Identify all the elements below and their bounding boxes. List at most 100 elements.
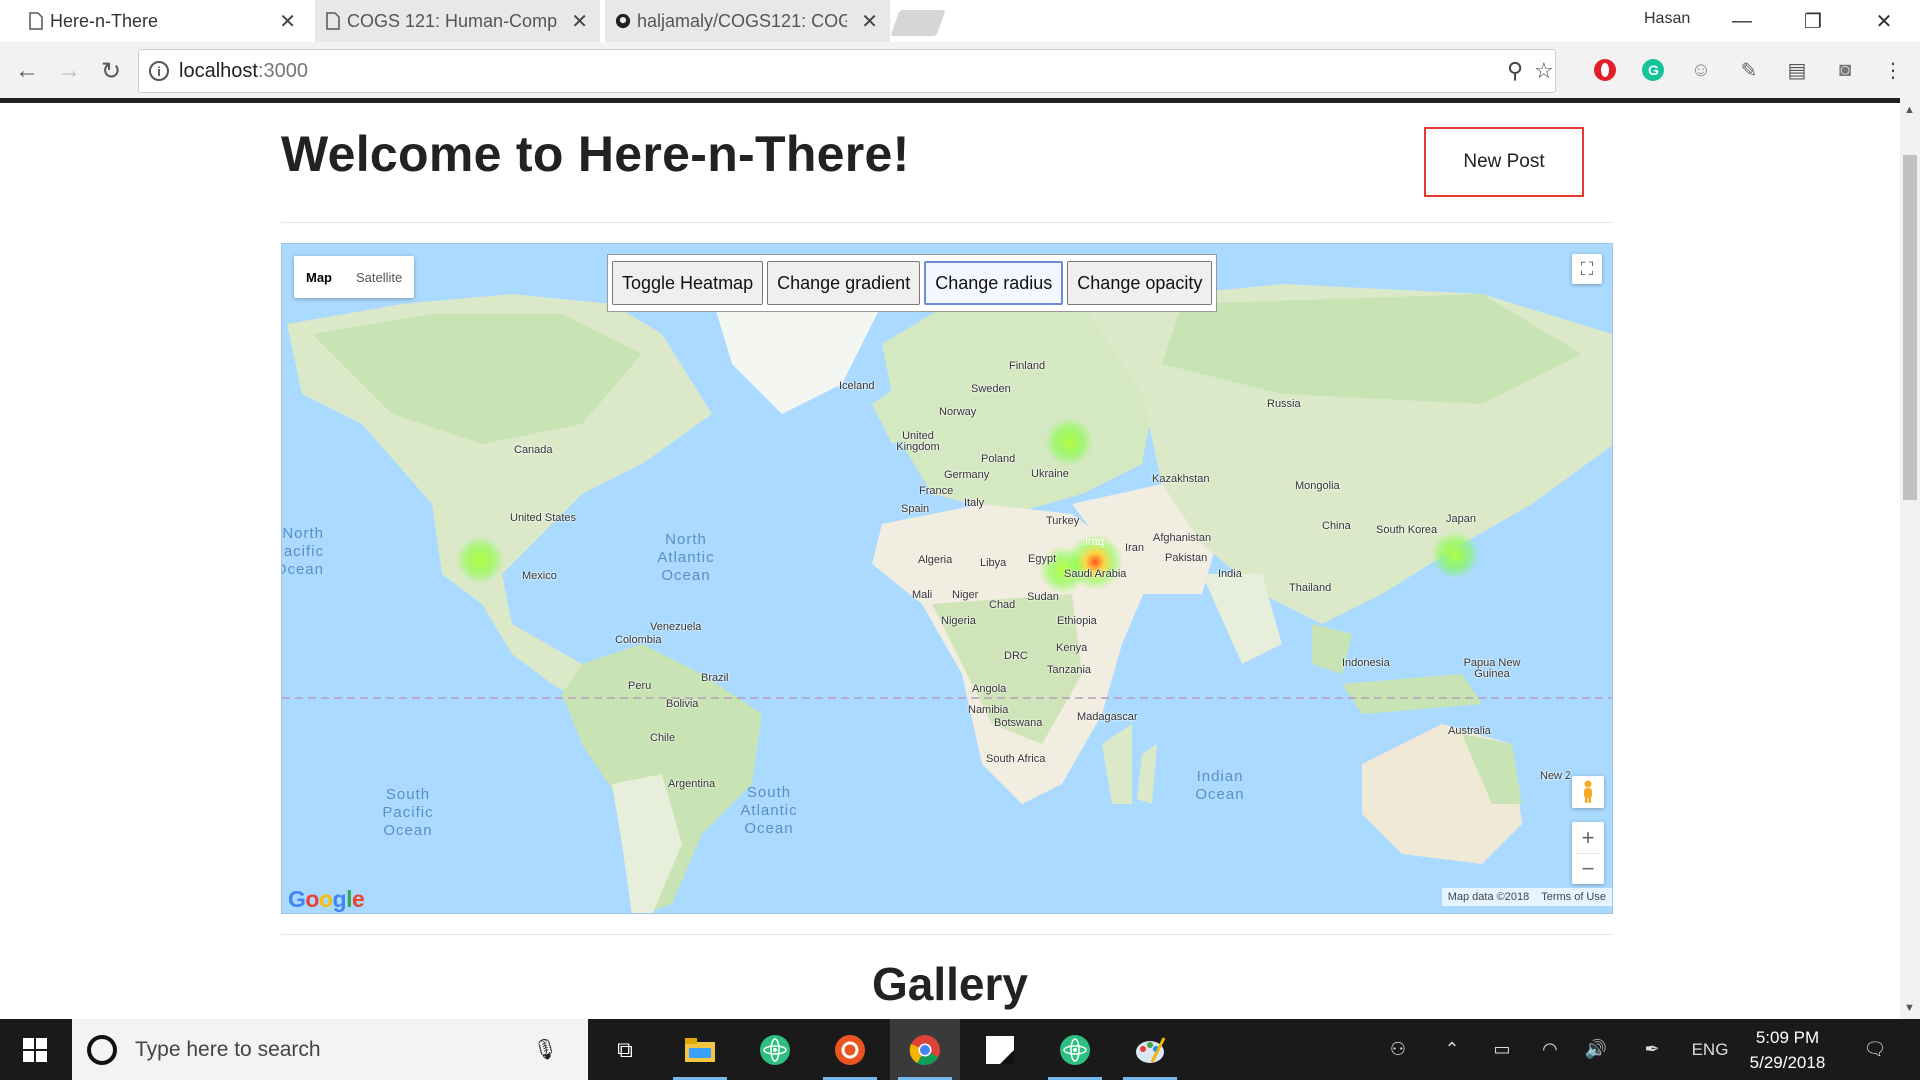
change-radius-button[interactable]: Change radius xyxy=(924,261,1064,305)
eyedropper-icon[interactable]: ✎ xyxy=(1734,55,1764,85)
clock-time: 5:09 PM xyxy=(1755,1028,1820,1047)
map-label: Thailand xyxy=(1289,582,1332,594)
map-label: United Kingdom xyxy=(896,430,940,453)
tab-title: haljamaly/COGS121: COG xyxy=(637,10,847,31)
map-label: Iceland xyxy=(839,380,875,392)
zoom-in-icon[interactable]: + xyxy=(1582,822,1595,853)
zoom-controls: + − xyxy=(1572,822,1604,884)
opera-extension-icon[interactable] xyxy=(1590,55,1620,85)
new-post-button[interactable]: New Post xyxy=(1424,127,1584,197)
svg-text:G: G xyxy=(1648,62,1659,78)
map-label: Mongolia xyxy=(1295,480,1340,492)
close-icon[interactable]: ✕ xyxy=(861,9,878,34)
restore-icon[interactable]: ❐ xyxy=(1783,0,1843,42)
change-gradient-button[interactable]: Change gradient xyxy=(767,261,921,305)
tab-cogs121[interactable]: COGS 121: Human-Comp ✕ xyxy=(315,0,600,42)
avatar-extension-icon[interactable]: ☺ xyxy=(1686,55,1716,85)
clock[interactable]: 5:09 PM 5/29/2018 xyxy=(1730,1025,1845,1075)
chrome-icon[interactable] xyxy=(890,1019,960,1080)
map-label: Mexico xyxy=(522,570,557,582)
pegman-icon[interactable] xyxy=(1572,776,1604,808)
scroll-down-icon[interactable]: ▼ xyxy=(1904,1002,1915,1014)
map-label: Kazakhstan xyxy=(1152,473,1210,485)
show-hidden-icons[interactable]: ⌃ xyxy=(1434,1019,1470,1080)
map-label: Pakistan xyxy=(1165,552,1208,564)
paint-icon[interactable] xyxy=(1115,1019,1185,1080)
reader-icon[interactable]: ▤ xyxy=(1782,55,1812,85)
map-label: Iraq xyxy=(1085,536,1104,548)
fullscreen-icon[interactable]: ⛶ xyxy=(1572,254,1602,284)
sticky-notes-icon[interactable] xyxy=(965,1019,1035,1080)
map-label: Italy xyxy=(964,497,985,509)
info-icon[interactable]: i xyxy=(149,61,169,81)
change-opacity-button[interactable]: Change opacity xyxy=(1067,261,1213,305)
pen-icon[interactable]: ✒ xyxy=(1632,1019,1672,1080)
map-label: India xyxy=(1218,568,1242,580)
profile-name[interactable]: Hasan xyxy=(1644,10,1690,28)
map-label: Niger xyxy=(952,589,979,601)
tab-github[interactable]: haljamaly/COGS121: COG ✕ xyxy=(605,0,890,42)
back-icon[interactable]: ← xyxy=(10,54,44,88)
toggle-heatmap-button[interactable]: Toggle Heatmap xyxy=(612,261,764,305)
map-label: Algeria xyxy=(918,554,953,566)
grammarly-icon[interactable]: G xyxy=(1638,55,1668,85)
heatmap-controls: Toggle Heatmap Change gradient Change ra… xyxy=(607,254,1218,312)
map-type-map-button[interactable]: Map xyxy=(294,256,344,298)
forward-icon[interactable]: → xyxy=(52,54,86,88)
battery-icon[interactable]: ▭ xyxy=(1484,1019,1520,1080)
close-window-icon[interactable]: ✕ xyxy=(1854,0,1914,42)
file-explorer-icon[interactable] xyxy=(665,1019,735,1080)
close-icon[interactable]: ✕ xyxy=(571,9,588,34)
atom-icon[interactable] xyxy=(740,1019,810,1080)
tab-strip: Here-n-There ✕ COGS 121: Human-Comp ✕ ha… xyxy=(0,0,1920,42)
map-label: Sudan xyxy=(1027,591,1059,603)
ubuntu-icon[interactable] xyxy=(815,1019,885,1080)
windows-start-icon[interactable] xyxy=(0,1019,70,1080)
terms-of-use-link[interactable]: Terms of Use xyxy=(1541,891,1606,903)
map-label: Japan xyxy=(1446,513,1476,525)
map-label: Madagascar xyxy=(1077,711,1138,723)
map-label: Turkey xyxy=(1046,515,1080,527)
map-label: Finland xyxy=(1009,360,1046,372)
tab-title: Here-n-There xyxy=(50,10,159,31)
atom-icon-2[interactable] xyxy=(1040,1019,1110,1080)
map-label: Iran xyxy=(1125,542,1144,554)
map-label: South Korea xyxy=(1376,524,1438,536)
ocean-label: North Atlantic Ocean xyxy=(657,531,715,584)
camera-icon[interactable]: ◙ xyxy=(1830,55,1860,85)
minimize-icon[interactable]: — xyxy=(1712,0,1772,42)
bookmark-star-icon[interactable]: ☆ xyxy=(1534,58,1554,84)
scroll-thumb[interactable] xyxy=(1903,155,1917,500)
new-tab-button[interactable] xyxy=(890,10,946,36)
world-map[interactable]: Canada United States Mexico Venezuela Co… xyxy=(281,243,1613,914)
action-center-icon[interactable]: 🗨 xyxy=(1850,1019,1900,1080)
map-geography xyxy=(282,244,1612,913)
taskbar-search[interactable]: Type here to search 🎙 xyxy=(72,1019,588,1080)
tab-here-n-there[interactable]: Here-n-There ✕ xyxy=(18,0,308,42)
github-icon xyxy=(615,13,631,29)
wifi-icon[interactable]: ◠ xyxy=(1530,1019,1570,1080)
microphone-icon[interactable]: 🎙 xyxy=(533,1037,558,1062)
map-type-satellite-button[interactable]: Satellite xyxy=(344,256,414,298)
map-label: Colombia xyxy=(615,634,662,646)
task-view-icon[interactable]: ⧉ xyxy=(590,1019,660,1080)
map-label: Ethiopia xyxy=(1057,615,1097,627)
url-text[interactable]: localhost:3000 xyxy=(179,60,308,83)
zoom-out-icon[interactable]: − xyxy=(1577,853,1599,884)
map-label: Kenya xyxy=(1056,642,1088,654)
divider xyxy=(281,222,1613,223)
scroll-up-icon[interactable]: ▲ xyxy=(1904,104,1915,116)
map-label: France xyxy=(919,485,954,497)
volume-icon[interactable]: 🔊 xyxy=(1576,1019,1616,1080)
zoom-icon[interactable]: ⚲ xyxy=(1507,58,1523,84)
menu-icon[interactable]: ⋮ xyxy=(1878,55,1908,85)
page-scrollbar[interactable]: ▲ ▼ xyxy=(1900,100,1920,1019)
page-viewport: Welcome to Here-n-There! New Post Canada… xyxy=(0,103,1900,1019)
people-icon[interactable]: ⚇ xyxy=(1378,1019,1418,1080)
reload-icon[interactable]: ↻ xyxy=(94,54,128,88)
address-bar[interactable]: i localhost:3000 ⚲ ☆ xyxy=(138,49,1556,93)
map-label: Afghanistan xyxy=(1153,532,1212,544)
map-label: Mali xyxy=(912,589,933,601)
close-icon[interactable]: ✕ xyxy=(279,9,296,34)
map-label: Bolivia xyxy=(666,698,699,710)
